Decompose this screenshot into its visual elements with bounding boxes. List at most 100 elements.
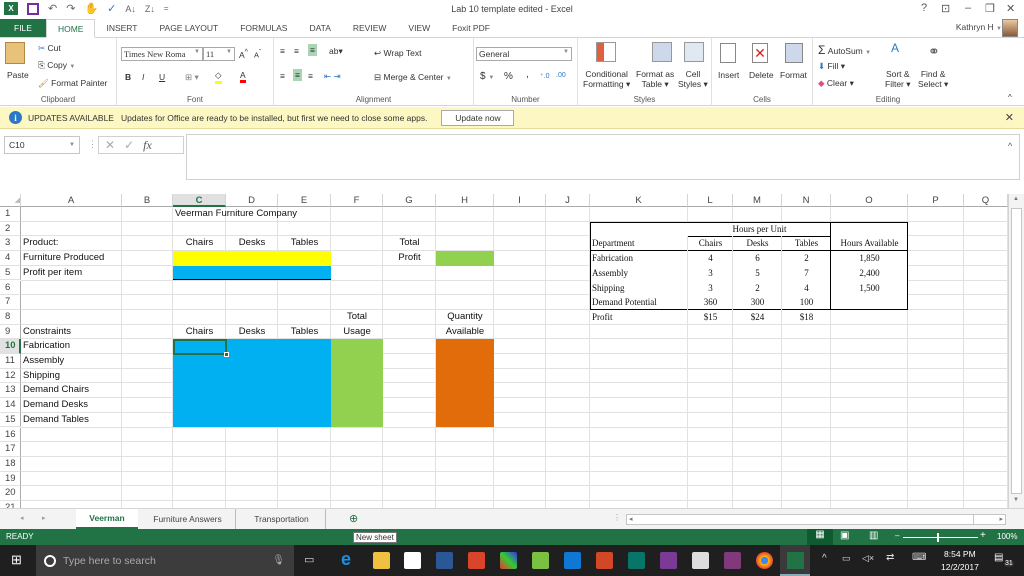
increase-font-icon[interactable]: A^ xyxy=(239,48,248,60)
cell-e9[interactable]: Tables xyxy=(278,325,331,339)
update-now-button[interactable]: Update now xyxy=(441,109,515,126)
page-break-view-icon[interactable]: ▥ xyxy=(869,530,878,541)
cell-a13[interactable]: Demand Chairs xyxy=(23,383,89,397)
row-header-2[interactable]: 2 xyxy=(0,221,21,237)
cell-c9[interactable]: Chairs xyxy=(173,325,226,339)
cell-a15[interactable]: Demand Tables xyxy=(23,413,89,427)
scroll-up-icon[interactable]: ▲ xyxy=(1013,196,1019,202)
network-icon[interactable]: ⇄ xyxy=(886,552,894,563)
sheet-tab-transportation[interactable]: Transportation xyxy=(238,509,326,529)
scroll-left-icon[interactable]: ◂ xyxy=(629,515,633,523)
sort-filter-button[interactable]: Sort & Filter ▾ xyxy=(885,69,911,89)
tab-file[interactable]: FILE xyxy=(0,19,46,37)
row-header-11[interactable]: 11 xyxy=(0,354,21,369)
font-color-icon[interactable]: A xyxy=(240,70,246,83)
furniture-produced-range[interactable] xyxy=(173,251,331,266)
edge-icon[interactable]: e xyxy=(341,549,351,570)
cell-a5[interactable]: Profit per item xyxy=(23,266,82,280)
scroll-down-icon[interactable]: ▼ xyxy=(1013,497,1019,503)
vertical-scrollbar[interactable]: ▲ ▼ xyxy=(1008,194,1024,508)
row-header-19[interactable]: 19 xyxy=(0,471,21,487)
column-header-e[interactable]: E xyxy=(278,194,331,207)
row-header-4[interactable]: 4 xyxy=(0,251,21,266)
photos-icon[interactable] xyxy=(660,552,677,569)
powerpoint-icon[interactable] xyxy=(596,552,613,569)
conditional-formatting-button[interactable]: Conditional Formatting ▾ xyxy=(583,69,630,89)
tab-split-handle[interactable]: ⋮ xyxy=(613,513,621,522)
percent-button[interactable]: % xyxy=(504,71,513,82)
profit-per-item-range[interactable] xyxy=(173,265,331,281)
underline-button[interactable]: U xyxy=(159,72,165,82)
find-select-button[interactable]: Find & Select ▾ xyxy=(918,69,948,89)
cell-d9[interactable]: Desks xyxy=(226,325,278,339)
orientation-icon[interactable]: ab▾ xyxy=(329,46,343,57)
ribbon-display-options-icon[interactable]: ⊡ xyxy=(941,2,950,15)
windows-start-icon[interactable]: ⊞ xyxy=(11,552,22,568)
office-app-icon[interactable] xyxy=(468,552,485,569)
merge-center-button[interactable]: ⊟ Merge & Center ▼ xyxy=(374,72,452,83)
tab-data[interactable]: DATA xyxy=(298,19,341,37)
row-header-7[interactable]: 7 xyxy=(0,295,21,310)
align-left-icon[interactable]: ≡ xyxy=(280,71,285,81)
align-middle-icon[interactable]: ≡ xyxy=(294,46,299,56)
borders-icon[interactable]: ⊞ ▾ xyxy=(185,72,199,83)
tab-insert[interactable]: INSERT xyxy=(95,19,148,37)
cancel-icon[interactable]: ✕ xyxy=(105,138,115,152)
column-header-m[interactable]: M xyxy=(733,194,782,207)
cell-c3[interactable]: Chairs xyxy=(173,236,226,250)
cell-d3[interactable]: Desks xyxy=(226,236,278,250)
column-header-c[interactable]: C xyxy=(173,194,226,207)
delete-button[interactable]: Delete xyxy=(749,70,774,80)
column-header-q[interactable]: Q xyxy=(964,194,1008,207)
normal-view-icon[interactable]: ▦ xyxy=(807,529,833,545)
find-binoculars-icon[interactable]: ⚭ xyxy=(928,43,940,60)
taskbar-search[interactable]: Type here to search 🎙 xyxy=(36,545,294,576)
name-box[interactable]: C10 ▼ xyxy=(4,136,80,154)
cell-g3[interactable]: Total xyxy=(383,236,436,250)
sheet-tab-furniture-answers[interactable]: Furniture Answers xyxy=(140,509,236,529)
microphone-icon[interactable]: 🎙 xyxy=(272,555,285,566)
zoom-slider-thumb[interactable] xyxy=(937,533,939,542)
excel-taskbar-button[interactable] xyxy=(780,545,810,576)
format-as-table-button[interactable]: Format as Table ▾ xyxy=(636,69,674,89)
scroll-right-icon[interactable]: ▸ xyxy=(999,515,1003,523)
italic-button[interactable]: I xyxy=(142,72,144,82)
align-center-icon[interactable]: ≡ xyxy=(293,69,302,81)
cell-a9[interactable]: Constraints xyxy=(23,325,71,339)
evernote-icon[interactable] xyxy=(532,552,549,569)
autosum-button[interactable]: Σ AutoSum ▼ xyxy=(818,43,871,57)
row-header-16[interactable]: 16 xyxy=(0,427,21,443)
cell-h9[interactable]: Available xyxy=(436,325,494,339)
total-profit-cell[interactable] xyxy=(436,251,494,266)
cell-a10[interactable]: Fabrication xyxy=(23,339,70,353)
format-cells-icon[interactable] xyxy=(785,43,803,63)
volume-muted-icon[interactable]: ◁× xyxy=(862,553,874,564)
tab-formulas[interactable]: FORMULAS xyxy=(229,19,298,37)
tab-foxit-pdf[interactable]: Foxit PDF xyxy=(441,19,501,37)
file-explorer-icon[interactable] xyxy=(373,552,390,569)
close-update-bar-icon[interactable]: ✕ xyxy=(1005,111,1014,124)
publisher-icon[interactable] xyxy=(628,552,645,569)
cell-a3[interactable]: Product: xyxy=(23,236,58,250)
zoom-level[interactable]: 100% xyxy=(997,532,1017,541)
format-button[interactable]: Format xyxy=(780,70,807,80)
copy-button[interactable]: ⎘ Copy ▼ xyxy=(38,60,75,71)
onedrive-icon[interactable] xyxy=(564,552,581,569)
increase-decimal-icon[interactable]: ⁺.0 xyxy=(540,72,550,80)
user-account[interactable]: Kathryn H ▼ xyxy=(956,22,1002,32)
row-header-18[interactable]: 18 xyxy=(0,456,21,472)
select-all-corner[interactable]: ◢ xyxy=(0,194,21,207)
worksheet-grid[interactable]: ◢ A B C D E F G H I J K L M N O P Q 1 2 3 4 5 6 7 8 9 10 11 12 13 14 15 1… xyxy=(0,194,1008,508)
row-header-1[interactable]: 1 xyxy=(0,207,21,222)
show-hidden-icons[interactable]: ^ xyxy=(822,553,827,564)
clock-date[interactable]: 12/2/2017 xyxy=(941,562,979,572)
chrome-icon[interactable] xyxy=(756,552,773,569)
tab-view[interactable]: VIEW xyxy=(397,19,441,37)
cell-a12[interactable]: Shipping xyxy=(23,369,60,383)
fill-color-icon[interactable]: ◇ xyxy=(215,70,222,84)
format-as-table-icon[interactable] xyxy=(652,42,672,62)
collapse-formula-bar-icon[interactable]: ^ xyxy=(1008,141,1012,151)
zoom-slider[interactable] xyxy=(903,537,978,538)
cell-styles-button[interactable]: Cell Styles ▾ xyxy=(678,69,708,89)
insert-button[interactable]: Insert xyxy=(718,70,739,80)
